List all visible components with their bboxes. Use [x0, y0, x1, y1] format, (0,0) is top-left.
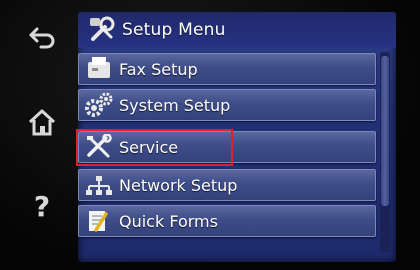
menu-header: Setup Menu [78, 12, 396, 48]
menu-item-fax-setup[interactable]: Fax Setup [78, 53, 376, 85]
back-button[interactable] [22, 18, 62, 58]
help-icon: ? [33, 189, 51, 223]
home-button[interactable] [22, 102, 62, 142]
network-icon [79, 170, 119, 200]
home-icon [27, 108, 57, 136]
wrench-screwdriver-icon [84, 12, 120, 48]
menu-item-label: Network Setup [119, 175, 238, 195]
menu-item-label: Quick Forms [119, 211, 218, 231]
menu-item-system-setup[interactable]: System Setup [78, 89, 376, 121]
back-icon [27, 27, 57, 49]
help-button[interactable]: ? [22, 186, 62, 226]
gears-icon [79, 90, 119, 120]
menu-item-quick-forms[interactable]: Quick Forms [78, 205, 376, 237]
fax-icon [79, 54, 119, 84]
page-title: Setup Menu [122, 20, 226, 40]
menu-item-label: System Setup [119, 95, 231, 115]
menu-item-label: Fax Setup [119, 59, 198, 79]
selection-highlight-box [76, 129, 233, 166]
form-pencil-icon [79, 206, 119, 236]
scrollbar-thumb[interactable] [381, 56, 389, 206]
menu-item-network-setup[interactable]: Network Setup [78, 169, 376, 201]
